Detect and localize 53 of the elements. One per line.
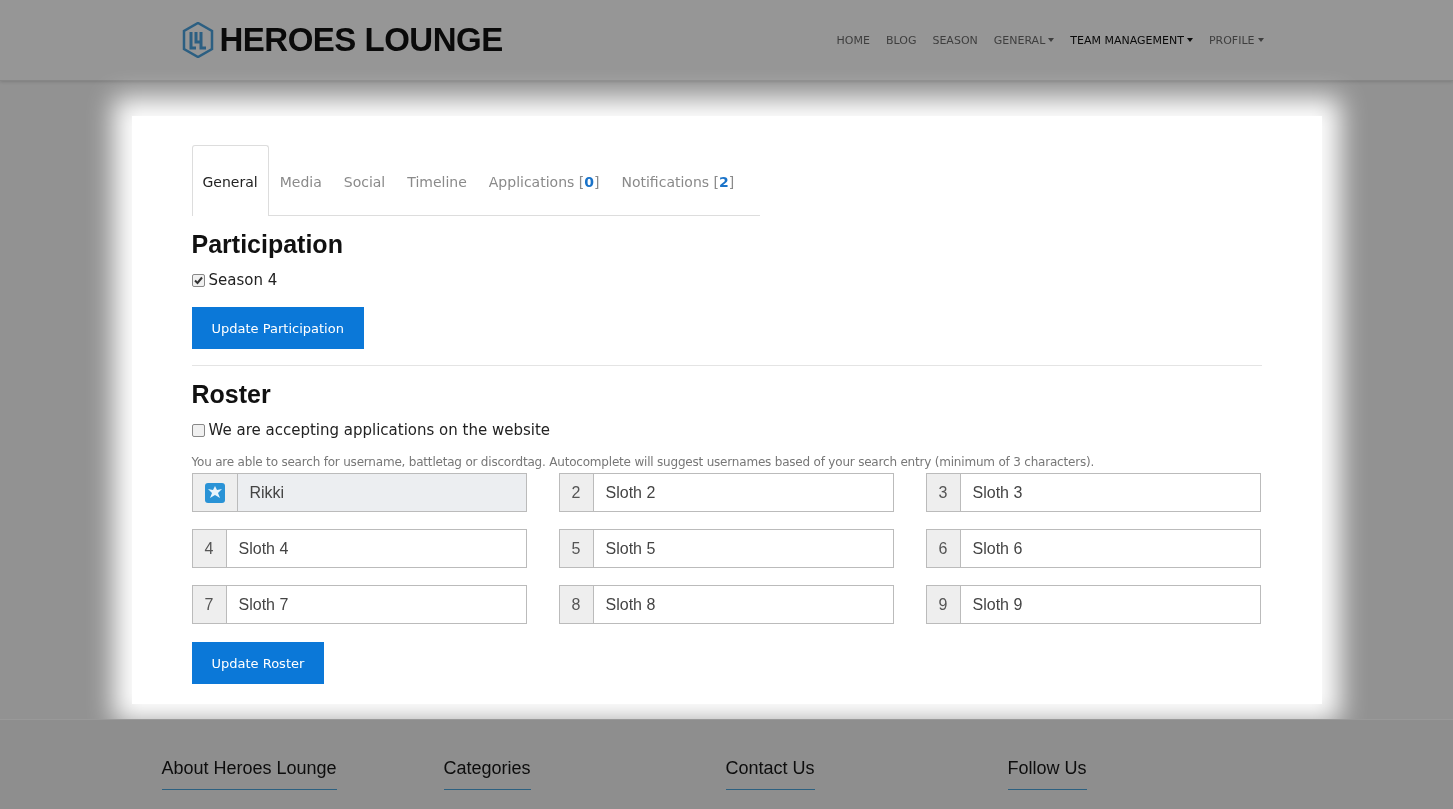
- nav-link[interactable]: HOME: [828, 33, 878, 47]
- nav-link[interactable]: SEASON: [924, 33, 986, 47]
- slot-number: 6: [926, 530, 961, 567]
- roster-input-field[interactable]: 5 Sloth 5: [558, 529, 894, 568]
- tab[interactable]: Media: [268, 145, 333, 216]
- player-name: Sloth 3: [971, 482, 1024, 503]
- footer-heading: Follow Us: [1007, 758, 1087, 790]
- player-name: Sloth 6: [971, 538, 1024, 559]
- checkbox[interactable]: [191, 273, 205, 287]
- update-participation-button[interactable]: Update Participation: [191, 307, 364, 349]
- roster-input-field[interactable]: 3 Sloth 3: [925, 473, 1261, 512]
- roster-input-field[interactable]: 6 Sloth 6: [925, 529, 1261, 568]
- section-heading: Participation: [191, 230, 344, 259]
- roster-input-field[interactable]: 2 Sloth 2: [558, 473, 894, 512]
- roster-input-field[interactable]: 7 Sloth 7: [191, 585, 527, 624]
- slot-number: 4: [192, 530, 227, 567]
- player-name: Sloth 9: [971, 594, 1024, 615]
- nav-link[interactable]: PROFILE: [1200, 33, 1272, 47]
- footer-heading: About Heroes Lounge: [161, 758, 337, 790]
- slot-number: 9: [926, 586, 961, 623]
- roster-input-field[interactable]: 4 Sloth 4: [191, 529, 527, 568]
- player-name: Sloth 8: [604, 594, 657, 615]
- player-name: Sloth 7: [237, 594, 290, 615]
- slot-number: 5: [559, 530, 594, 567]
- footer-heading: Categories: [443, 758, 531, 790]
- nav-link[interactable]: BLOG: [877, 33, 925, 47]
- site-logo-text[interactable]: HEROES LOUNGE: [219, 21, 503, 59]
- help-text: You are able to search for username, battletag or discordtag. Autocomplete will suggest usernames based of your search entry (minimum of 3 characters).: [191, 455, 1096, 469]
- tab[interactable]: Notifications [2]: [610, 145, 746, 216]
- nav-link[interactable]: GENERAL: [985, 33, 1063, 47]
- nav-link[interactable]: TEAM MANAGEMENT: [1062, 33, 1201, 47]
- footer-heading: Contact Us: [725, 758, 815, 790]
- player-name: Sloth 4: [237, 538, 290, 559]
- tab[interactable]: Social: [332, 145, 397, 216]
- roster-input-field[interactable]: 9 Sloth 9: [925, 585, 1261, 624]
- checkbox-label: Season 4: [208, 271, 278, 289]
- roster-input-field[interactable]: 8 Sloth 8: [558, 585, 894, 624]
- update-roster-button[interactable]: Update Roster: [191, 642, 325, 684]
- slot-number: 7: [192, 586, 227, 623]
- hexagon-logo-icon: [181, 22, 214, 58]
- player-name: Sloth 5: [604, 538, 657, 559]
- player-avatar-icon: [204, 482, 225, 503]
- player-name: Sloth 2: [604, 482, 657, 503]
- section-heading: Roster: [191, 380, 272, 409]
- checkbox-label: We are accepting applications on the website: [208, 421, 551, 439]
- player-name: Rikki: [237, 474, 526, 511]
- tab[interactable]: Timeline: [396, 145, 478, 216]
- tab[interactable]: Applications [0]: [477, 145, 611, 216]
- slot-number: 3: [926, 474, 961, 511]
- slot-number: 2: [559, 474, 594, 511]
- slot-number: 8: [559, 586, 594, 623]
- checkbox[interactable]: [191, 423, 205, 437]
- tab[interactable]: General: [191, 145, 269, 216]
